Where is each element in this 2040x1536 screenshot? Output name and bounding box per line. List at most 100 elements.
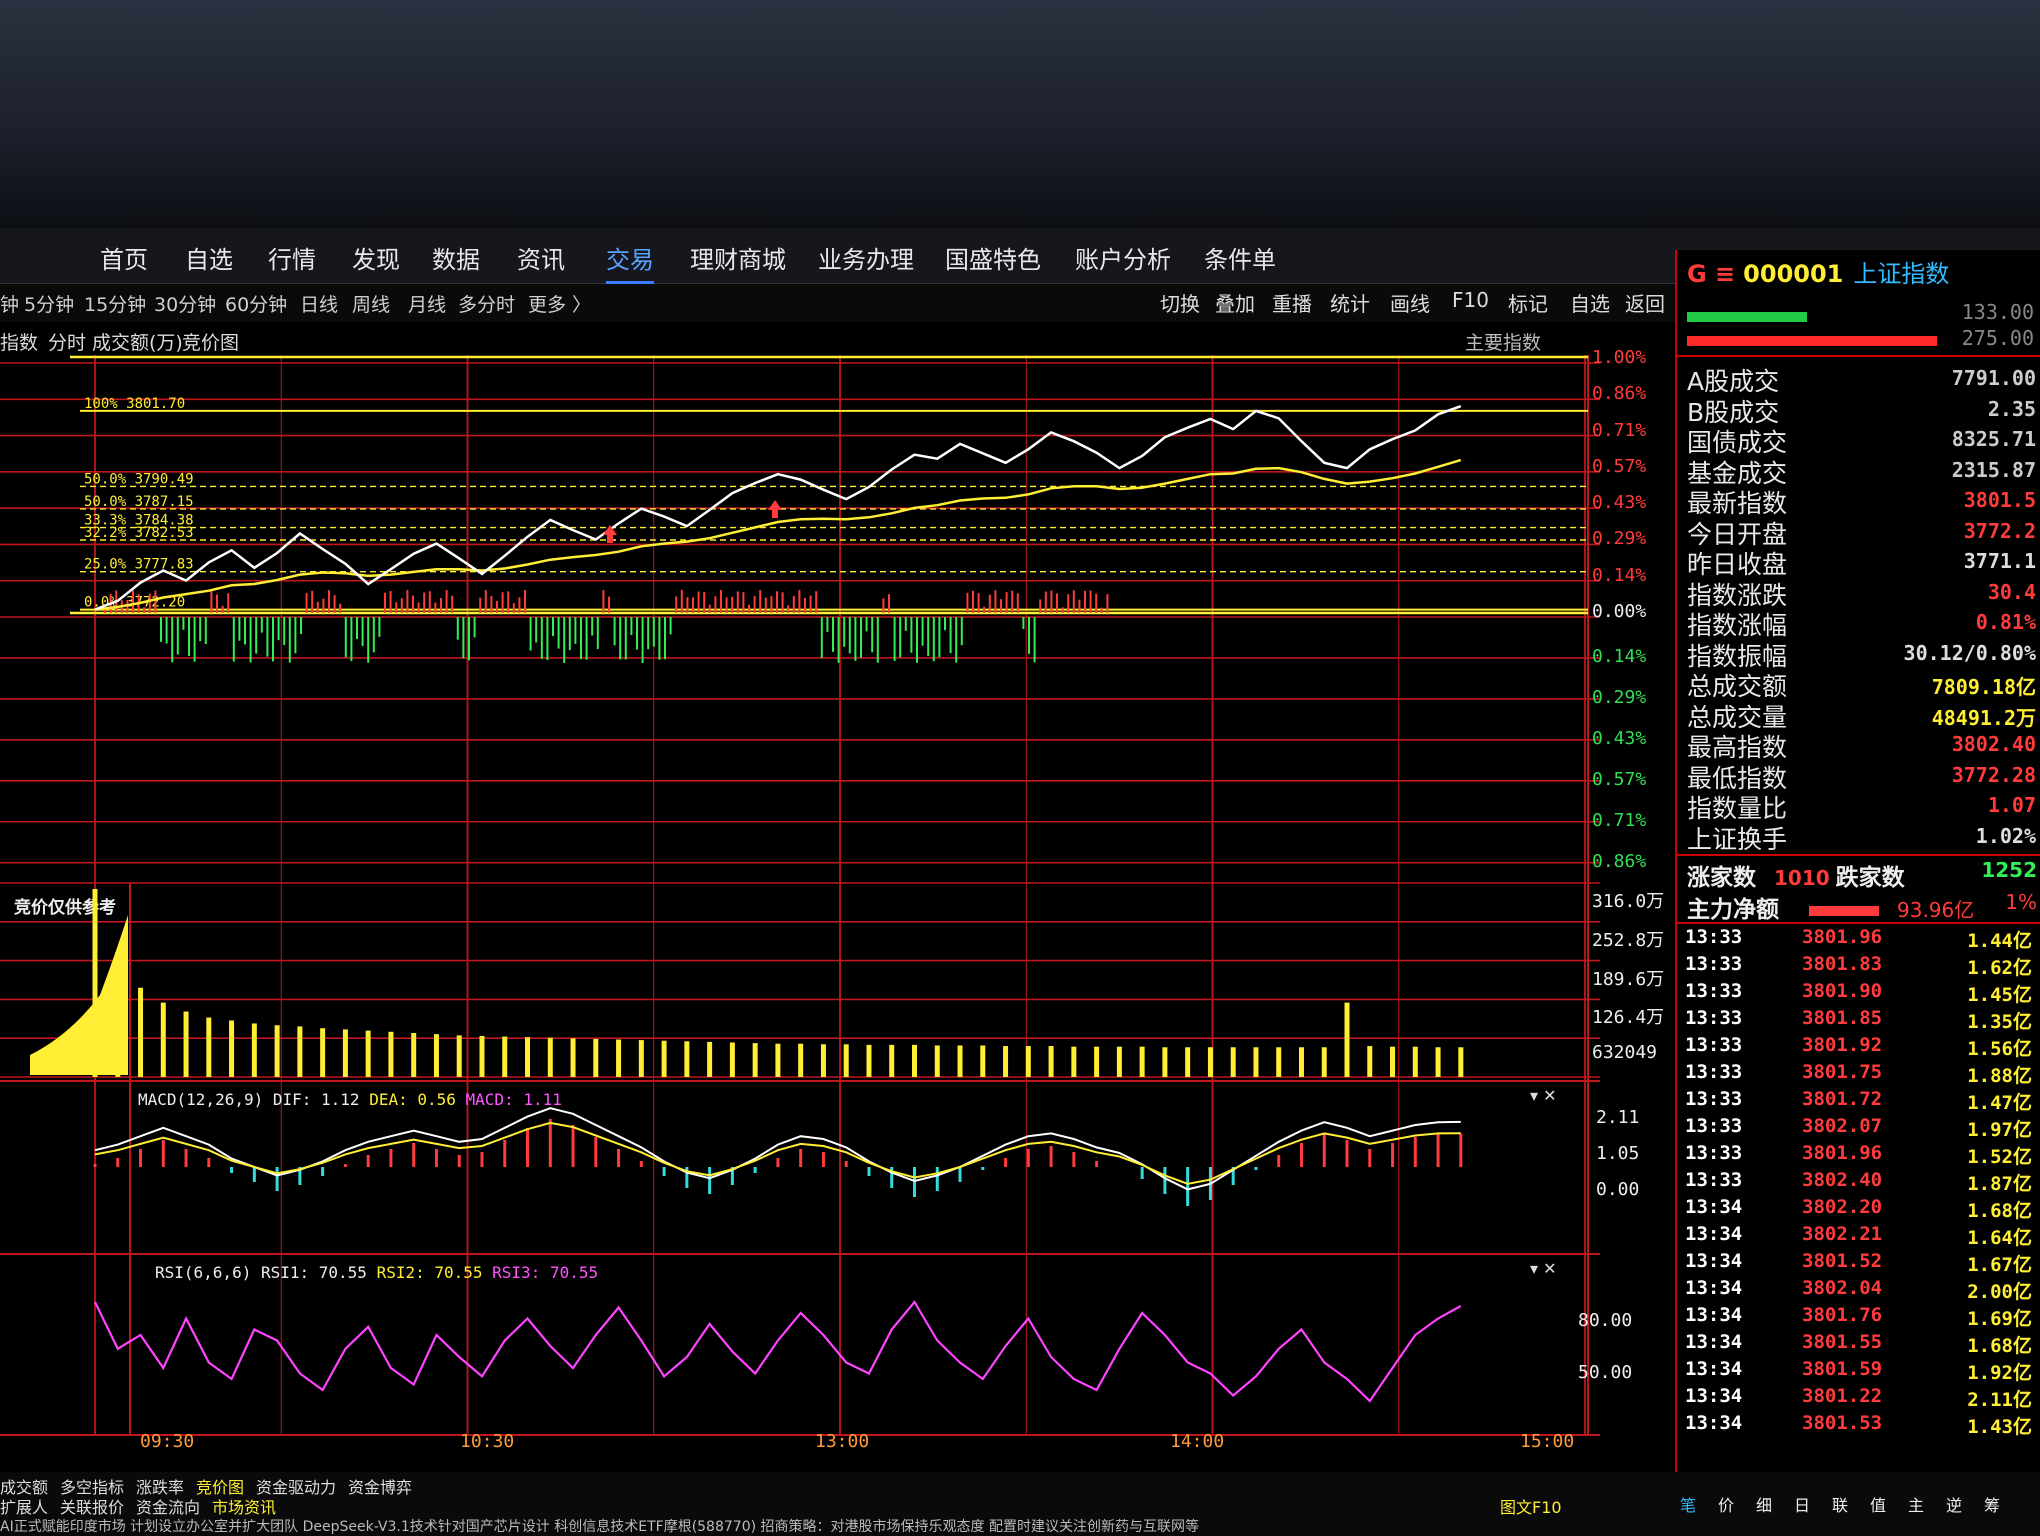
toolbar-button-8[interactable]: 返回 [1625,288,1665,317]
stat-label: 上证换手 [1687,824,1788,854]
toolbar-button-3[interactable]: 统计 [1330,288,1370,317]
volume-bar [297,1026,303,1077]
period-3[interactable]: 30分钟 [154,290,216,317]
bottom-bar: 成交额 多空指标 涨跌率 竞价图 资金驱动力 资金博弈 扩展人 关联报价 资金流向 市场资讯 图文F… [0,1472,2040,1536]
tick-price: 3801.55 [1802,1331,1883,1353]
period-2[interactable]: 15分钟 [84,290,146,317]
symbol-header[interactable]: G ≡ 000001 上证指数 [1687,254,1949,289]
toolbar-button-1[interactable]: 叠加 [1215,288,1255,317]
volume-bar [798,1043,804,1077]
main-flow-label: 主力净额 [1687,897,1779,923]
tick-amount: 1.87亿 [1967,1173,2032,1195]
nav-item-9[interactable]: 国盛特色 [945,240,1041,275]
monitor-bezel [0,0,2040,230]
toolbar-button-7[interactable]: 自选 [1570,288,1610,317]
period-5[interactable]: 日线 [300,290,338,317]
toolbar-button-5[interactable]: F10 [1452,288,1489,312]
time-axis-2: 13:00 [815,1431,870,1452]
quote-tab-4[interactable]: 联 [1832,1492,1848,1516]
stat-row: 最高指数 3802.40 [1677,728,2040,762]
tick-amount: 1.35亿 [1967,1011,2032,1033]
panel-top-value-1: 275.00 [1961,326,2034,350]
quote-tab-7[interactable]: 逆 [1946,1492,1962,1516]
stat-value: 3772.2 [1963,518,2036,543]
fib-label-2: 50.0% 3787.15 [84,494,194,510]
tick-price: 3802.04 [1802,1277,1883,1299]
price-axis-down-2: 0.43% [1592,727,1647,749]
nav-item-10[interactable]: 账户分析 [1075,240,1171,275]
nav-item-2[interactable]: 行情 [268,240,316,275]
stat-row: 国债成交 8325.71 [1677,423,2040,457]
stat-value: 30.12/0.80% [1903,640,2036,665]
quote-tab-2[interactable]: 细 [1756,1492,1772,1516]
toolbar-button-6[interactable]: 标记 [1508,288,1548,317]
tick-price: 3802.20 [1802,1196,1883,1218]
symbol-name: 上证指数 [1853,260,1950,288]
nav-item-7[interactable]: 理财商城 [690,240,786,275]
subbar-item-0[interactable]: 指数 [0,328,38,355]
intraday-chart[interactable]: 100% 3801.7050.0% 3790.4950.0% 3787.1533… [0,355,1665,1475]
subbar-item-1[interactable]: 分时 [48,328,86,355]
tick-row: 13:33 3801.75 1.88亿 [1677,1061,2040,1088]
bottom-tab-5[interactable]: 资金博弈 [348,1474,412,1498]
macd-title: MACD(12,26,9) [138,1090,273,1109]
toolbar-button-2[interactable]: 重播 [1272,288,1312,317]
volume-bar [1162,1047,1168,1077]
news-ticker[interactable]: AI正式赋能印度市场 计划设立办公室并扩大团队 DeepSeek-V3.1技术针… [0,1516,2040,1536]
quote-tab-5[interactable]: 值 [1870,1492,1886,1516]
nav-item-0[interactable]: 首页 [100,240,148,275]
tick-time: 13:34 [1685,1358,1743,1380]
volume-bar [206,1017,212,1077]
rsi-collapse-icon: ▾ ✕ [1530,1259,1557,1278]
volume-bar [1185,1047,1191,1077]
subbar-item-2[interactable]: 成交额(万) [92,328,183,355]
stat-row: 指数涨跌 30.4 [1677,576,2040,610]
tick-amount: 1.44亿 [1967,930,2032,952]
volume-bar [616,1039,622,1077]
subbar-item-3[interactable]: 竞价图 [182,328,239,355]
quote-tab-6[interactable]: 主 [1908,1492,1924,1516]
bottom-tab2-0[interactable]: 扩展人 [0,1494,48,1518]
quote-tab-1[interactable]: 价 [1718,1492,1734,1516]
volume-axis-3: 126.4万 [1592,1007,1665,1029]
toolbar-button-4[interactable]: 画线 [1390,288,1430,317]
period-1[interactable]: 5分钟 [24,290,74,317]
period-0[interactable]: 钟 [0,290,19,317]
nav-item-11[interactable]: 条件单 [1204,240,1276,275]
main-index-label[interactable]: 主要指数 [1465,328,1541,355]
tick-amount: 1.56亿 [1967,1038,2032,1060]
f10-link[interactable]: 图文F10 [1500,1494,1562,1518]
price-axis-up-5: 0.29% [1592,528,1647,550]
nav-item-4[interactable]: 数据 [432,240,480,275]
nav-item-6[interactable]: 交易 [606,240,654,284]
fib-label-1: 50.0% 3790.49 [84,471,194,487]
symbol-prefix: G ≡ [1687,260,1736,288]
bottom-tab2-1[interactable]: 关联报价 [60,1494,124,1518]
volume-bar [1207,1047,1213,1077]
tick-time: 13:33 [1685,980,1743,1002]
volume-bar [707,1041,713,1077]
nav-item-1[interactable]: 自选 [185,240,233,275]
stat-row: 指数振幅 30.12/0.80% [1677,637,2040,671]
volume-bar [411,1032,417,1077]
macd-axis-0: 2.11 [1596,1107,1640,1128]
period-4[interactable]: 60分钟 [225,290,287,317]
bottom-tab2-3[interactable]: 市场资讯 [212,1494,276,1518]
toolbar-button-0[interactable]: 切换 [1160,288,1200,317]
quote-tab-3[interactable]: 日 [1794,1492,1810,1516]
period-8[interactable]: 多分时 [458,290,515,317]
volume-bar [1230,1047,1236,1077]
stat-row: 总成交额 7809.18亿 [1677,667,2040,701]
quote-tab-8[interactable]: 筹 [1984,1492,2000,1516]
stat-value: 1.02% [1975,823,2036,848]
period-9[interactable]: 更多 〉 [528,290,591,317]
quote-tab-0[interactable]: 笔 [1680,1492,1696,1516]
nav-item-8[interactable]: 业务办理 [818,240,914,275]
tick-row: 13:34 3802.04 2.00亿 [1677,1277,2040,1304]
bottom-tab2-2[interactable]: 资金流向 [136,1494,200,1518]
nav-item-5[interactable]: 资讯 [517,240,565,275]
period-6[interactable]: 周线 [352,290,390,317]
period-7[interactable]: 月线 [408,290,446,317]
volume-axis-2: 189.6万 [1592,968,1665,990]
nav-item-3[interactable]: 发现 [352,240,400,275]
